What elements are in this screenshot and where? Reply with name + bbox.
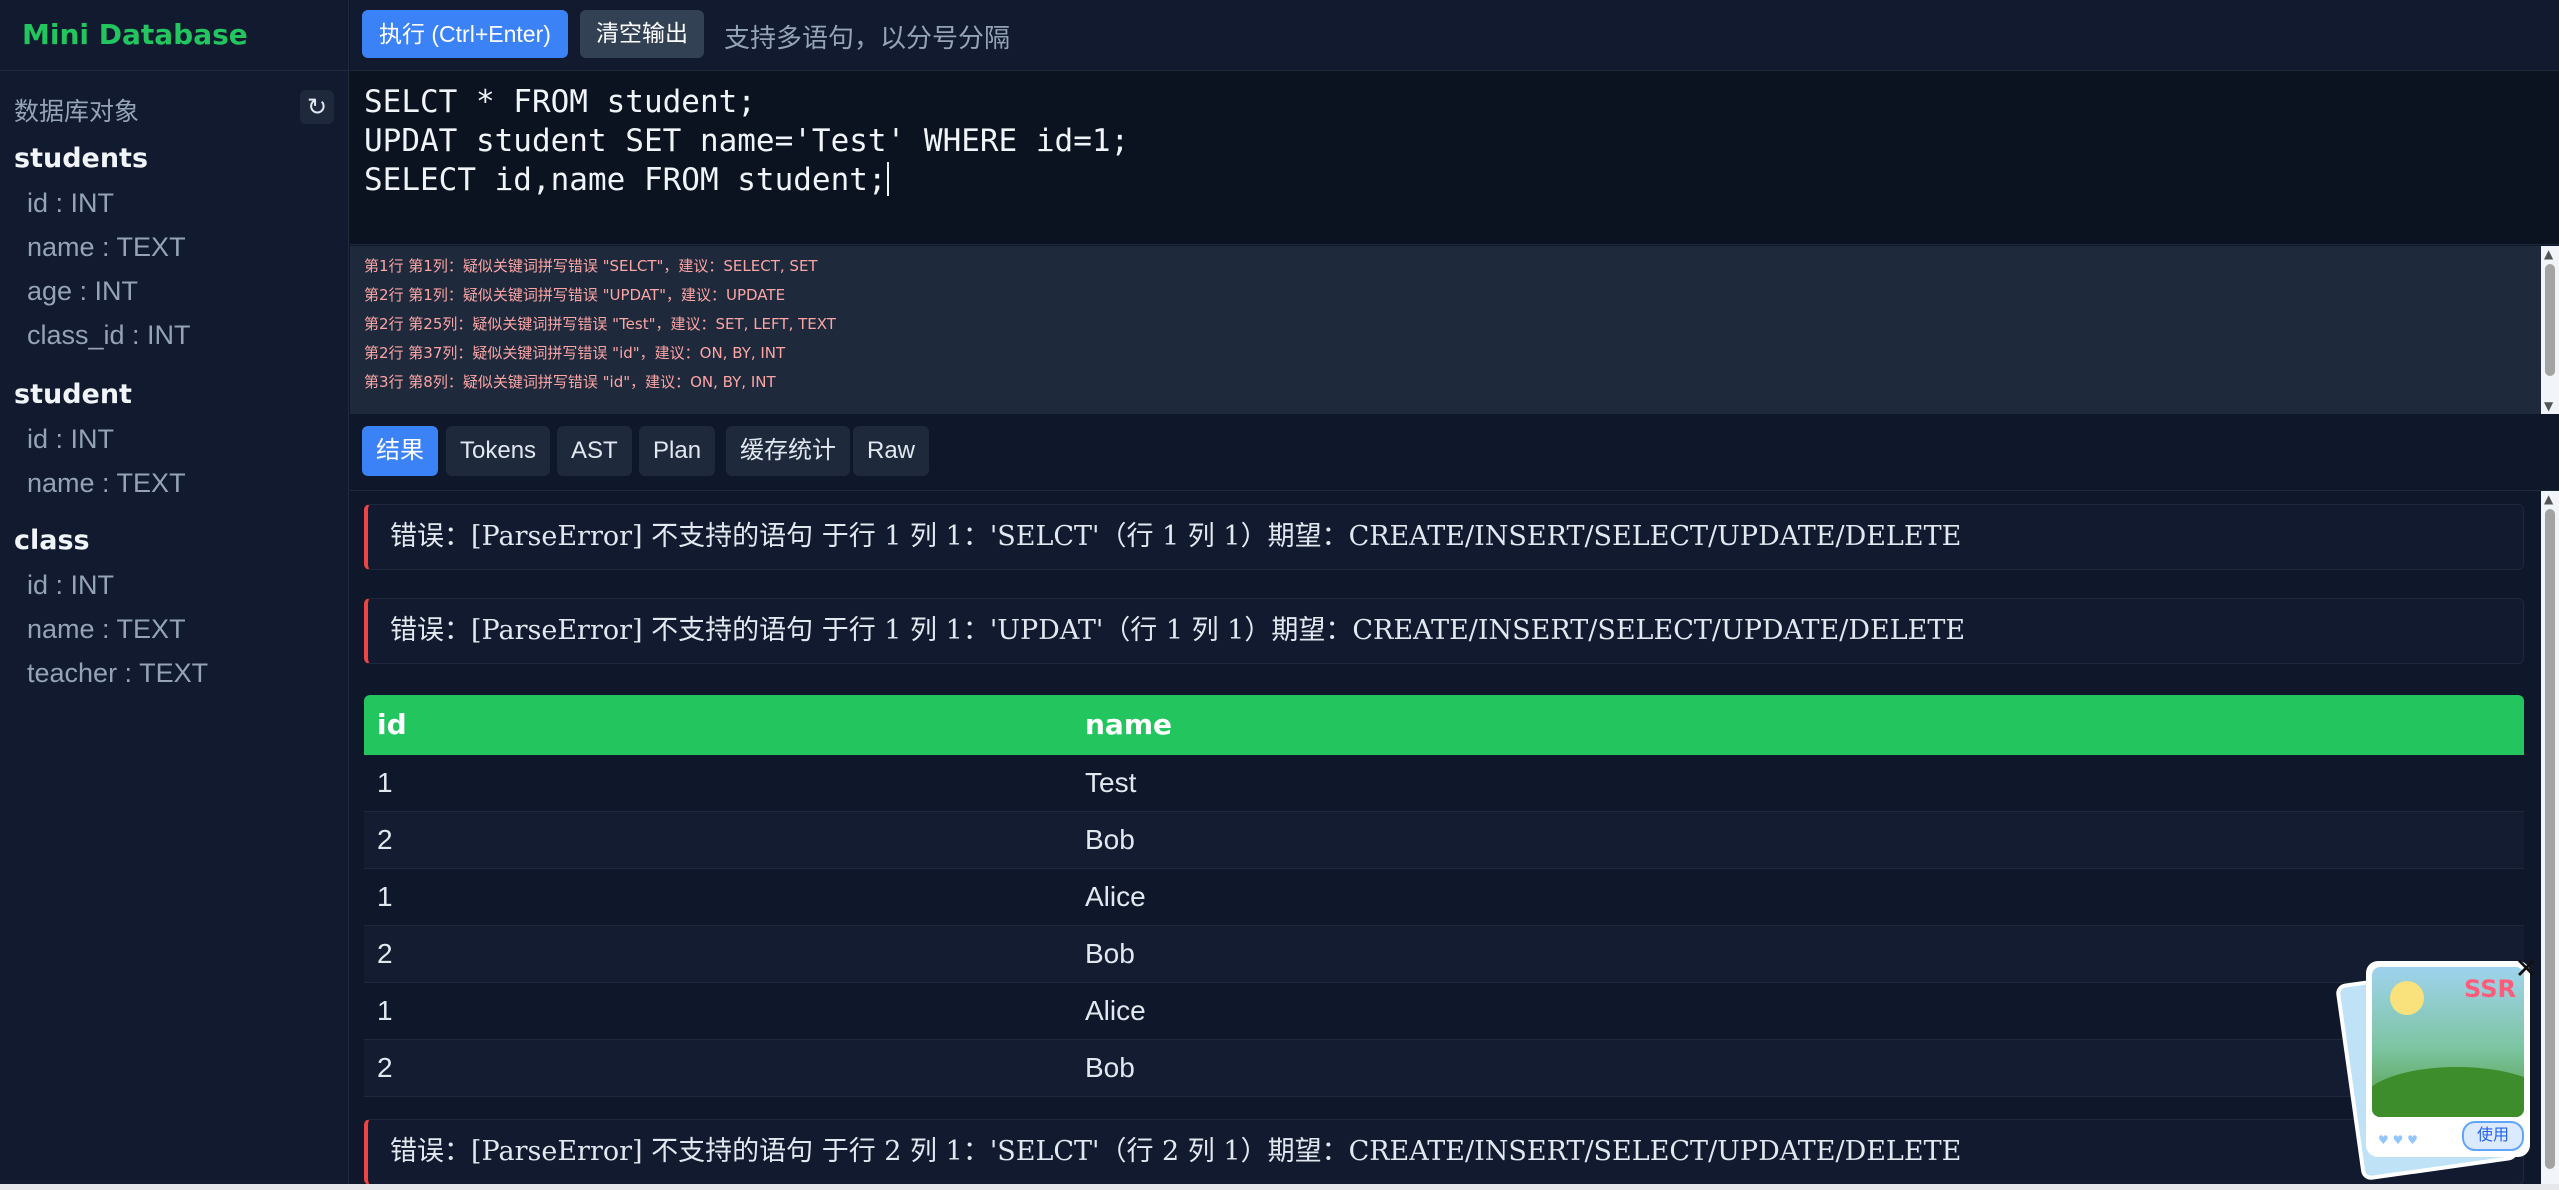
table-cell: Test (1085, 767, 1137, 798)
column-item: name : TEXT (27, 232, 186, 262)
sidebar: Mini Database 数据库对象 ↻ students id : INT … (0, 0, 349, 1190)
close-icon[interactable]: ✕ (2515, 955, 2538, 983)
table-row: 2 Bob (364, 1040, 2524, 1097)
table-row: 1 Alice (364, 869, 2524, 926)
scroll-up-icon[interactable]: ▲ (2544, 248, 2553, 260)
result-table: id name 1 Test 2 Bob 1 Alice 2 Bob 1 Ali… (364, 695, 2524, 1097)
table-cell: 2 (377, 824, 393, 855)
column-item: id : INT (27, 570, 115, 600)
card-artwork: SSR (2372, 967, 2524, 1117)
diagnostics-panel: 第1行 第1列：疑似关键词拼写错误 "SELCT"，建议：SELECT, SET… (350, 246, 2559, 414)
table-cell: Bob (1085, 1052, 1135, 1083)
table-cell: Bob (1085, 824, 1135, 855)
divider (0, 70, 349, 71)
column-header[interactable]: id (377, 695, 407, 755)
table-group-students: students id : INT name : TEXT age : INT … (14, 137, 334, 357)
tab-results[interactable]: 结果 (362, 426, 438, 476)
editor-line: SELECT id,name FROM student; (364, 162, 887, 198)
output-tabs: 结果 Tokens AST Plan 缓存统计 Raw (350, 414, 2559, 491)
diagnostic-line: 第2行 第25列：疑似关键词拼写错误 "Test"，建议：SET, LEFT, … (364, 315, 836, 333)
table-name[interactable]: class (14, 519, 334, 563)
column-item: id : INT (27, 188, 115, 218)
table-row: 2 Bob (364, 812, 2524, 869)
table-cell: 2 (377, 1052, 393, 1083)
tab-tokens[interactable]: Tokens (446, 426, 551, 476)
hearts-icon: ♥ ♥ ♥ (2378, 1133, 2418, 1147)
tab-plan[interactable]: Plan (639, 426, 716, 476)
column-item: name : TEXT (27, 468, 186, 498)
diagnostic-line: 第2行 第37列：疑似关键词拼写错误 "id"，建议：ON, BY, INT (364, 344, 786, 362)
diagnostic-line: 第2行 第1列：疑似关键词拼写错误 "UPDAT"，建议：UPDATE (364, 286, 786, 304)
table-row: 2 Bob (364, 926, 2524, 983)
column-item: id : INT (27, 424, 115, 454)
column-item: class_id : INT (27, 320, 191, 350)
table-cell: 1 (377, 767, 393, 798)
error-message: 错误：[ParseError] 不支持的语句 于行 2 列 1：'SELCT'（… (364, 1119, 2524, 1185)
diagnostic-line: 第3行 第8列：疑似关键词拼写错误 "id"，建议：ON, BY, INT (364, 373, 776, 391)
column-item: teacher : TEXT (27, 658, 209, 688)
table-cell: Bob (1085, 938, 1135, 969)
window-bottom-edge (0, 1184, 2559, 1190)
clear-output-button[interactable]: 清空输出 (580, 10, 704, 58)
results-scrollbar[interactable]: ▲ (2541, 491, 2559, 1190)
table-name[interactable]: student (14, 373, 334, 417)
db-objects-header: 数据库对象 ↻ (14, 90, 334, 126)
toolbar-hint: 支持多语句，以分号分隔 (724, 24, 1011, 54)
table-group-class: class id : INT name : TEXT teacher : TEX… (14, 519, 334, 695)
column-item: name : TEXT (27, 614, 186, 644)
results-panel: 错误：[ParseError] 不支持的语句 于行 1 列 1：'SELCT'（… (350, 491, 2559, 1190)
editor-line: SELCT * FROM student; (364, 84, 756, 120)
tab-ast[interactable]: AST (557, 426, 632, 476)
sun-shape (2390, 981, 2424, 1015)
run-button[interactable]: 执行 (Ctrl+Enter) (362, 10, 568, 58)
scroll-down-icon[interactable]: ▼ (2544, 400, 2553, 412)
table-cell: Alice (1085, 881, 1146, 912)
use-button[interactable]: 使用 (2462, 1121, 2524, 1151)
tab-raw[interactable]: Raw (853, 426, 930, 476)
error-message: 错误：[ParseError] 不支持的语句 于行 1 列 1：'SELCT'（… (364, 504, 2524, 570)
column-item: age : INT (27, 276, 139, 306)
scroll-up-icon[interactable]: ▲ (2544, 493, 2553, 505)
table-cell: 1 (377, 995, 393, 1026)
main-panel: 执行 (Ctrl+Enter) 清空输出 支持多语句，以分号分隔 SELCT *… (350, 0, 2559, 1190)
ssr-badge: SSR (2464, 975, 2516, 1003)
refresh-icon[interactable]: ↻ (300, 90, 334, 124)
table-cell: Alice (1085, 995, 1146, 1026)
db-objects-label: 数据库对象 (14, 97, 140, 126)
tab-cache-stats[interactable]: 缓存统计 (726, 426, 850, 476)
scrollbar-thumb[interactable] (2545, 509, 2555, 1169)
editor-line: UPDAT student SET name='Test' WHERE id=1… (364, 123, 1130, 159)
table-group-student: student id : INT name : TEXT (14, 373, 334, 505)
card-front[interactable]: SSR ♥ ♥ ♥ 使用 (2366, 961, 2530, 1157)
scrollbar-thumb[interactable] (2545, 264, 2555, 376)
floating-card-widget[interactable]: SSR ♥ ♥ ♥ 使用 ✕ (2334, 955, 2538, 1182)
column-header[interactable]: name (1085, 695, 1172, 755)
table-cell: 1 (377, 881, 393, 912)
text-caret (886, 162, 889, 196)
table-name[interactable]: students (14, 137, 334, 181)
table-row: 1 Alice (364, 983, 2524, 1040)
table-cell: 2 (377, 938, 393, 969)
diagnostic-line: 第1行 第1列：疑似关键词拼写错误 "SELCT"，建议：SELECT, SET (364, 257, 818, 275)
table-row: 1 Test (364, 755, 2524, 812)
hill-shape (2372, 1067, 2524, 1117)
diagnostics-scrollbar[interactable]: ▲ ▼ (2541, 246, 2559, 414)
sql-editor[interactable]: SELCT * FROM student; UPDAT student SET n… (350, 71, 2559, 245)
table-header: id name (364, 695, 2524, 755)
error-message: 错误：[ParseError] 不支持的语句 于行 1 列 1：'UPDAT'（… (364, 598, 2524, 664)
toolbar: 执行 (Ctrl+Enter) 清空输出 支持多语句，以分号分隔 (350, 0, 2559, 71)
app-title: Mini Database (22, 18, 248, 51)
